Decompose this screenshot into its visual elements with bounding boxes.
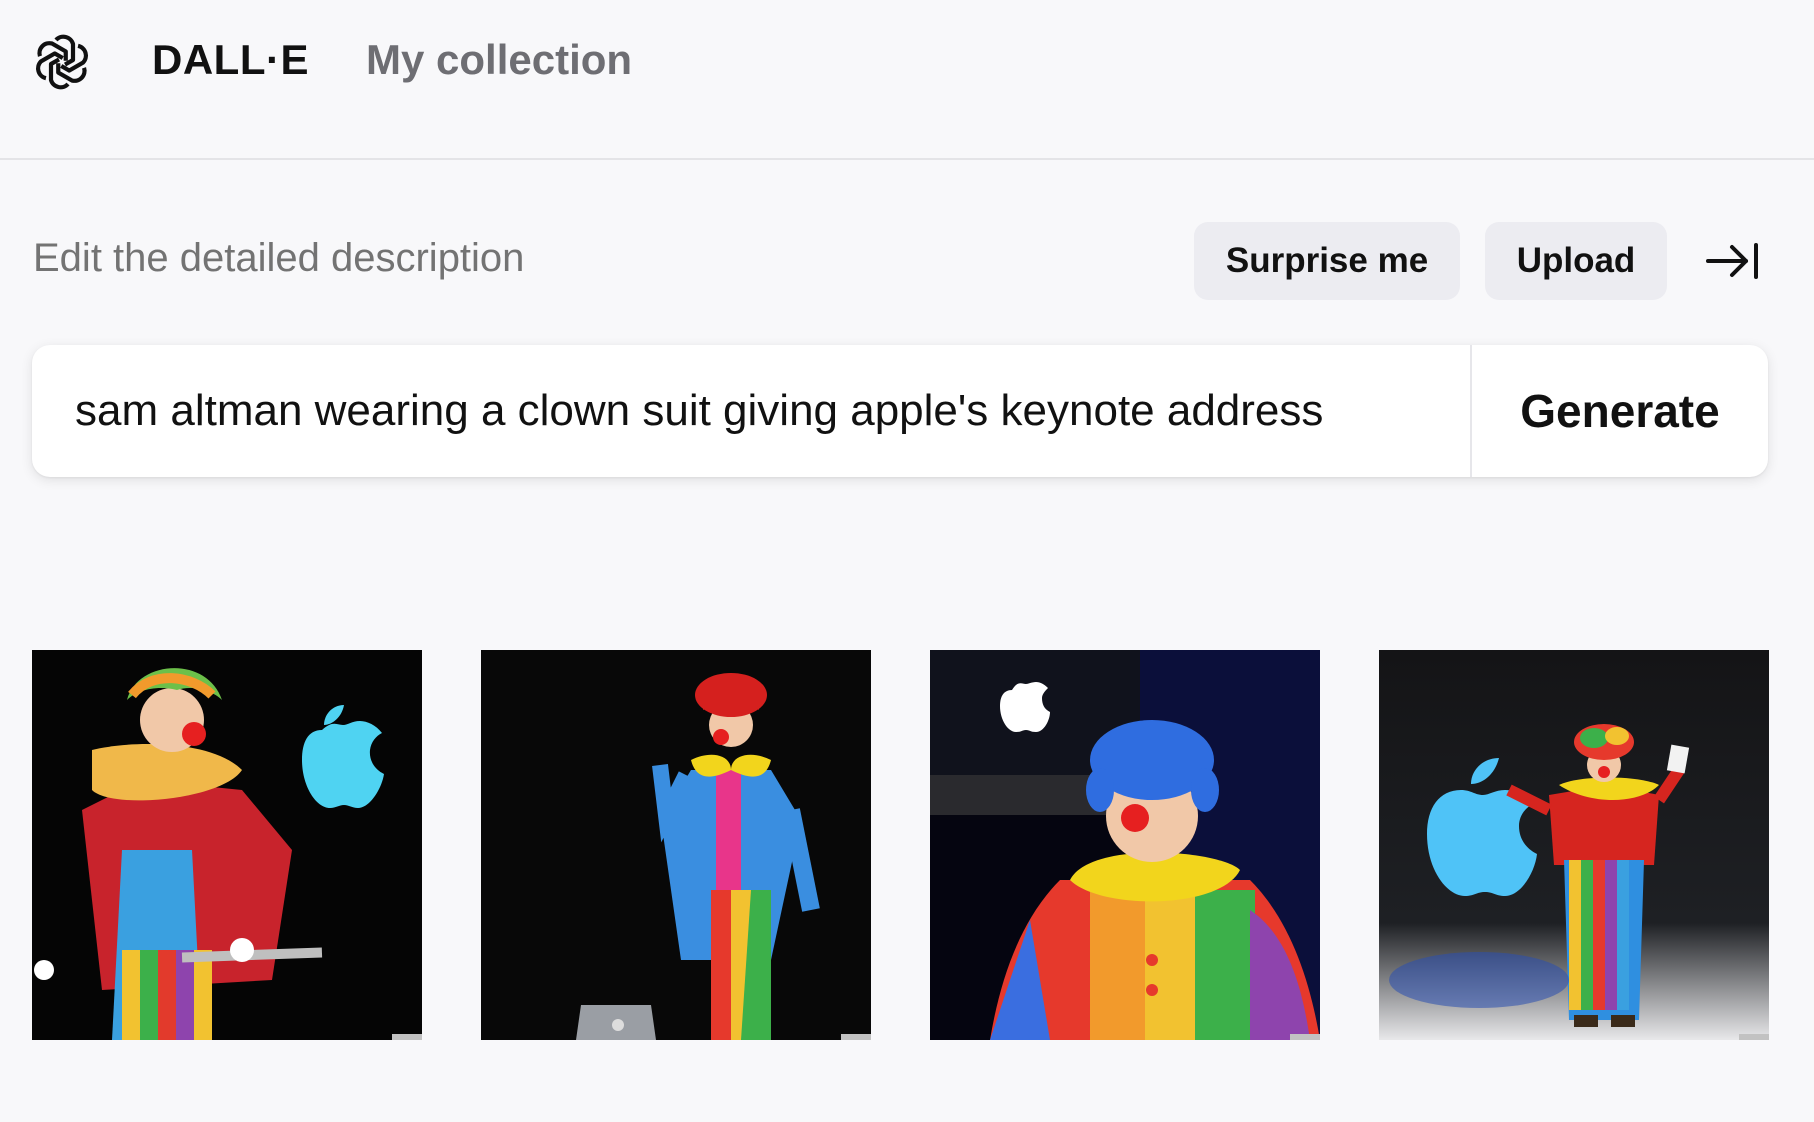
prompt-bar: Generate <box>32 345 1768 477</box>
top-navigation-bar: DALL·E My collection <box>0 0 1814 160</box>
result-image-1[interactable] <box>32 650 422 1040</box>
brand-title[interactable]: DALL·E <box>152 36 309 84</box>
apple-logo-shape <box>1427 790 1537 896</box>
result-image-3[interactable] <box>930 650 1320 1040</box>
nav-my-collection[interactable]: My collection <box>366 36 632 84</box>
openai-logo-icon[interactable] <box>30 30 94 94</box>
prompt-input[interactable] <box>32 345 1470 477</box>
surprise-me-button[interactable]: Surprise me <box>1194 222 1460 300</box>
generate-button[interactable]: Generate <box>1472 345 1768 477</box>
arrow-right-to-bar-icon[interactable] <box>1702 236 1762 286</box>
edit-description-label: Edit the detailed description <box>33 236 525 280</box>
apple-logo-shape <box>302 721 384 808</box>
result-image-4[interactable] <box>1379 650 1769 1040</box>
upload-button[interactable]: Upload <box>1485 222 1667 300</box>
result-image-2[interactable] <box>481 650 871 1040</box>
